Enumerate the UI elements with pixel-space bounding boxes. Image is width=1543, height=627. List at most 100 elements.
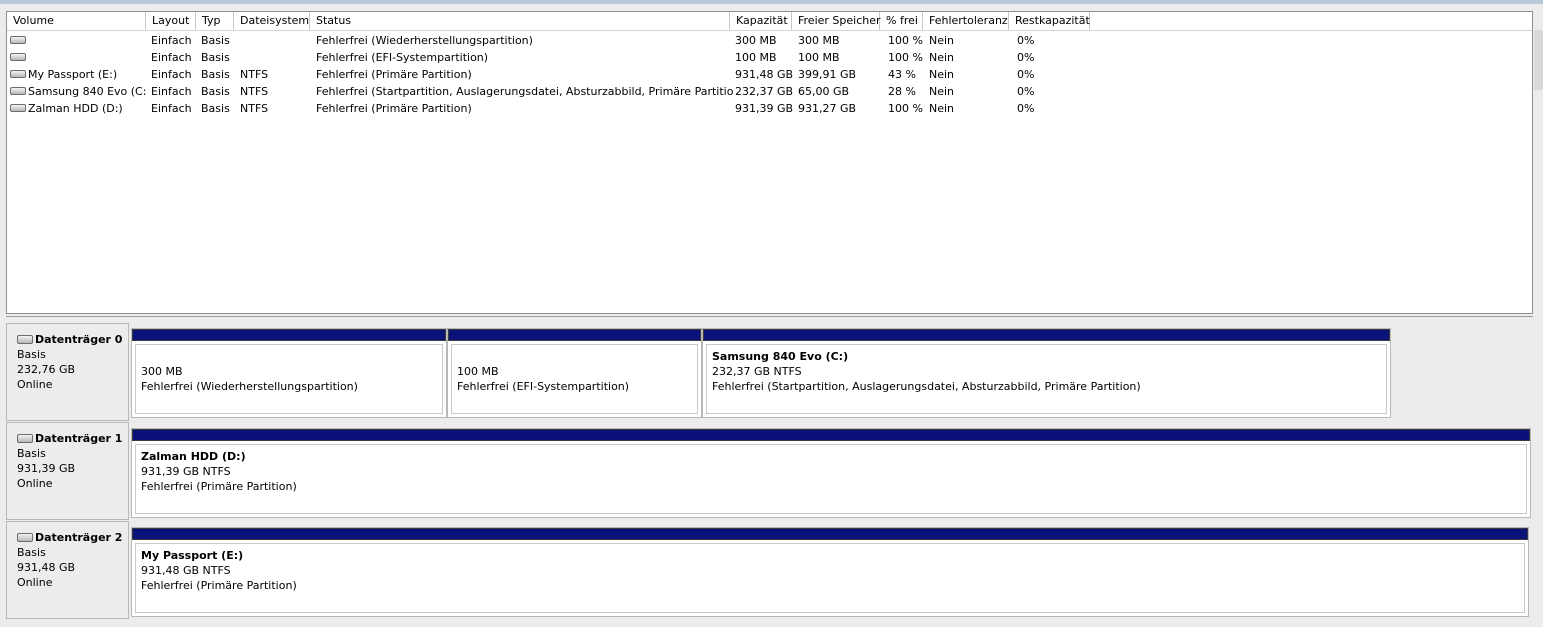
column-header-kapazitaet[interactable]: Kapazität bbox=[730, 12, 792, 30]
partition-title: Zalman HDD (D:) bbox=[141, 450, 246, 463]
disk-2-info[interactable]: Datenträger 2 Basis 931,48 GB Online bbox=[6, 521, 129, 619]
drive-icon bbox=[10, 36, 26, 44]
disk-1-size: 931,39 GB bbox=[17, 462, 76, 475]
partition-size: 100 MB bbox=[457, 365, 499, 378]
layout-cell: Einfach bbox=[151, 51, 192, 64]
filesystem-cell: NTFS bbox=[240, 102, 269, 115]
partition-status: Fehlerfrei (EFI-Systempartition) bbox=[457, 380, 630, 393]
layout-cell: Einfach bbox=[151, 85, 192, 98]
column-header-freier-speicher[interactable]: Freier Speicher bbox=[792, 12, 881, 30]
disk-0-info[interactable]: Datenträger 0 Basis 232,76 GB Online bbox=[6, 323, 129, 421]
partition-title bbox=[457, 349, 697, 364]
disk-1-name: Datenträger 1 bbox=[35, 432, 123, 445]
filesystem-cell: NTFS bbox=[240, 68, 269, 81]
fault-tolerance-cell: Nein bbox=[929, 68, 955, 81]
drive-icon bbox=[10, 87, 26, 95]
pane-splitter[interactable] bbox=[6, 316, 1533, 317]
drive-icon bbox=[10, 70, 26, 78]
partition-title bbox=[141, 349, 442, 364]
column-header-prozent-frei[interactable]: % frei bbox=[880, 12, 923, 30]
layout-cell: Einfach bbox=[151, 68, 192, 81]
percent-free-cell: 100 % bbox=[888, 34, 923, 47]
partition-status: Fehlerfrei (Wiederherstellungspartition) bbox=[141, 380, 358, 393]
volume-name: Samsung 840 Evo (C:) bbox=[28, 85, 146, 98]
volume-list[interactable]: Volume Layout Typ Dateisystem Status Kap… bbox=[6, 11, 1533, 314]
partition-size: 300 MB bbox=[141, 365, 183, 378]
disk-0-size: 232,76 GB bbox=[17, 363, 76, 376]
overhead-cell: 0% bbox=[1017, 102, 1035, 115]
free-space-cell: 100 MB bbox=[798, 51, 840, 64]
drive-icon bbox=[10, 104, 26, 112]
overhead-cell: 0% bbox=[1017, 51, 1035, 64]
window-top-edge bbox=[0, 0, 1543, 4]
capacity-cell: 931,39 GB bbox=[735, 102, 794, 115]
percent-free-cell: 100 % bbox=[888, 51, 923, 64]
layout-cell: Einfach bbox=[151, 102, 192, 115]
column-header-dateisystem[interactable]: Dateisystem bbox=[234, 12, 310, 30]
table-row[interactable]: Zalman HDD (D:) Einfach Basis NTFS Fehle… bbox=[7, 100, 1532, 117]
disk-0-state: Online bbox=[17, 378, 53, 391]
table-row[interactable]: Einfach Basis Fehlerfrei (Wiederherstell… bbox=[7, 32, 1532, 49]
percent-free-cell: 100 % bbox=[888, 102, 923, 115]
partition-bar bbox=[703, 329, 1390, 341]
partition-bar bbox=[132, 429, 1530, 441]
disk-1-info[interactable]: Datenträger 1 Basis 931,39 GB Online bbox=[6, 422, 129, 520]
column-header-typ[interactable]: Typ bbox=[196, 12, 234, 30]
partition-bar bbox=[132, 528, 1528, 540]
disk-2-name: Datenträger 2 bbox=[35, 531, 123, 544]
partition-status: Fehlerfrei (Primäre Partition) bbox=[141, 480, 297, 493]
disk-icon bbox=[17, 434, 33, 443]
disk-1-state: Online bbox=[17, 477, 53, 490]
filesystem-cell bbox=[237, 49, 240, 66]
fault-tolerance-cell: Nein bbox=[929, 85, 955, 98]
disk-0-name: Datenträger 0 bbox=[35, 333, 123, 346]
partition-passport-e[interactable]: My Passport (E:) 931,48 GB NTFS Fehlerfr… bbox=[131, 527, 1529, 617]
fault-tolerance-cell: Nein bbox=[929, 102, 955, 115]
fault-tolerance-cell: Nein bbox=[929, 34, 955, 47]
disk-2-type: Basis bbox=[17, 546, 46, 559]
status-cell: Fehlerfrei (Startpartition, Auslagerungs… bbox=[316, 85, 733, 98]
column-header-fehlertoleranz[interactable]: Fehlertoleranz bbox=[923, 12, 1009, 30]
table-row[interactable]: Einfach Basis Fehlerfrei (EFI-Systempart… bbox=[7, 49, 1532, 66]
column-header-restkapazitaet[interactable]: Restkapazität bbox=[1009, 12, 1090, 30]
vertical-scrollbar[interactable] bbox=[1534, 30, 1543, 90]
capacity-cell: 232,37 GB bbox=[735, 85, 794, 98]
table-row[interactable]: Samsung 840 Evo (C:) Einfach Basis NTFS … bbox=[7, 83, 1532, 100]
disk-2-state: Online bbox=[17, 576, 53, 589]
partition-status: Fehlerfrei (Primäre Partition) bbox=[141, 579, 297, 592]
partition-samsung-c[interactable]: Samsung 840 Evo (C:) 232,37 GB NTFS Fehl… bbox=[702, 328, 1391, 418]
typ-cell: Basis bbox=[201, 102, 230, 115]
filesystem-cell bbox=[237, 32, 240, 49]
partition-size: 931,48 GB NTFS bbox=[141, 564, 231, 577]
partition-zalman-d[interactable]: Zalman HDD (D:) 931,39 GB NTFS Fehlerfre… bbox=[131, 428, 1531, 518]
table-row[interactable]: My Passport (E:) Einfach Basis NTFS Fehl… bbox=[7, 66, 1532, 83]
column-header-row: Volume Layout Typ Dateisystem Status Kap… bbox=[7, 12, 1532, 31]
status-cell: Fehlerfrei (EFI-Systempartition) bbox=[316, 51, 489, 64]
fault-tolerance-cell: Nein bbox=[929, 51, 955, 64]
status-cell: Fehlerfrei (Wiederherstellungspartition) bbox=[316, 34, 533, 47]
partition-title: Samsung 840 Evo (C:) bbox=[712, 350, 849, 363]
percent-free-cell: 43 % bbox=[888, 68, 916, 81]
column-header-layout[interactable]: Layout bbox=[146, 12, 196, 30]
partition-bar bbox=[448, 329, 701, 341]
disk-icon bbox=[17, 533, 33, 542]
overhead-cell: 0% bbox=[1017, 68, 1035, 81]
partition-efi[interactable]: 100 MB Fehlerfrei (EFI-Systempartition) bbox=[447, 328, 702, 418]
overhead-cell: 0% bbox=[1017, 85, 1035, 98]
typ-cell: Basis bbox=[201, 51, 230, 64]
status-cell: Fehlerfrei (Primäre Partition) bbox=[316, 102, 472, 115]
column-header-status[interactable]: Status bbox=[310, 12, 730, 30]
disk-icon bbox=[17, 335, 33, 344]
typ-cell: Basis bbox=[201, 85, 230, 98]
partition-bar bbox=[132, 329, 446, 341]
percent-free-cell: 28 % bbox=[888, 85, 916, 98]
column-header-volume[interactable]: Volume bbox=[7, 12, 146, 30]
volume-name: Zalman HDD (D:) bbox=[28, 102, 123, 115]
free-space-cell: 300 MB bbox=[798, 34, 840, 47]
capacity-cell: 300 MB bbox=[735, 34, 777, 47]
typ-cell: Basis bbox=[201, 68, 230, 81]
capacity-cell: 100 MB bbox=[735, 51, 777, 64]
partition-recovery[interactable]: 300 MB Fehlerfrei (Wiederherstellungspar… bbox=[131, 328, 447, 418]
partition-status: Fehlerfrei (Startpartition, Auslagerungs… bbox=[712, 380, 1141, 393]
disk-2-size: 931,48 GB bbox=[17, 561, 76, 574]
